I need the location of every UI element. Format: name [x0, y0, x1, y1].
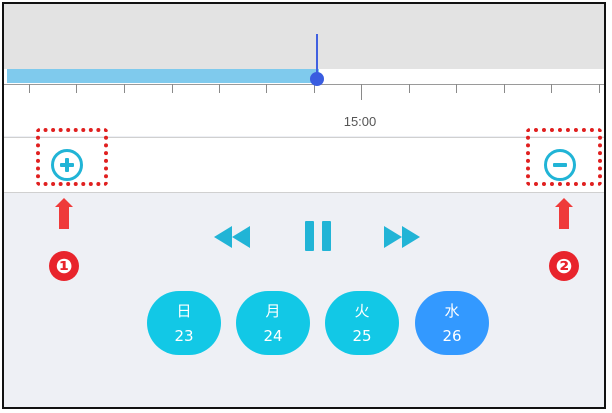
annotation-badge-1: ❶	[49, 251, 79, 281]
ruler-tick	[551, 84, 552, 93]
ruler-tick	[124, 84, 125, 93]
annotation-box-2	[526, 128, 602, 186]
annotation-badge-2: ❷	[549, 251, 579, 281]
progress-fill	[7, 69, 319, 83]
time-label: 15:00	[343, 114, 377, 129]
annotation-arrow-2	[555, 198, 573, 207]
ruler-tick	[504, 84, 505, 93]
ruler-tick	[29, 84, 30, 93]
annotation-arrow-1	[55, 198, 73, 207]
day-date: 26	[442, 327, 462, 345]
day-name: 火	[354, 302, 370, 320]
day-date: 24	[263, 327, 283, 345]
app-frame: 15:00 ❶ ❷ 日 23 月 24 火 25 水 26	[2, 2, 606, 409]
annotation-arrow-stem-1	[59, 207, 69, 229]
day-button[interactable]: 火 25	[325, 291, 399, 355]
ruler-tick	[76, 84, 77, 93]
rewind-icon[interactable]	[212, 224, 254, 250]
day-name: 月	[265, 302, 281, 320]
ruler-tick	[599, 84, 600, 93]
ruler-tick	[172, 84, 173, 93]
progress-bar[interactable]	[7, 69, 604, 83]
day-button[interactable]: 日 23	[147, 291, 221, 355]
day-name: 日	[176, 302, 192, 320]
pause-icon[interactable]	[302, 220, 336, 252]
timeline-track[interactable]	[4, 4, 604, 69]
playhead-handle[interactable]	[310, 72, 324, 86]
day-name: 水	[444, 302, 460, 320]
annotation-arrow-stem-2	[559, 207, 569, 229]
time-ruler	[4, 84, 604, 85]
fast-forward-icon[interactable]	[382, 224, 426, 250]
ruler-tick	[456, 84, 457, 93]
ruler-tick	[219, 84, 220, 93]
day-button[interactable]: 月 24	[236, 291, 310, 355]
day-button[interactable]: 水 26	[415, 291, 489, 355]
ruler-tick	[361, 84, 362, 100]
ruler-tick	[409, 84, 410, 93]
ruler-tick	[266, 84, 267, 93]
day-date: 23	[174, 327, 194, 345]
annotation-box-1	[36, 128, 108, 186]
day-date: 25	[352, 327, 372, 345]
